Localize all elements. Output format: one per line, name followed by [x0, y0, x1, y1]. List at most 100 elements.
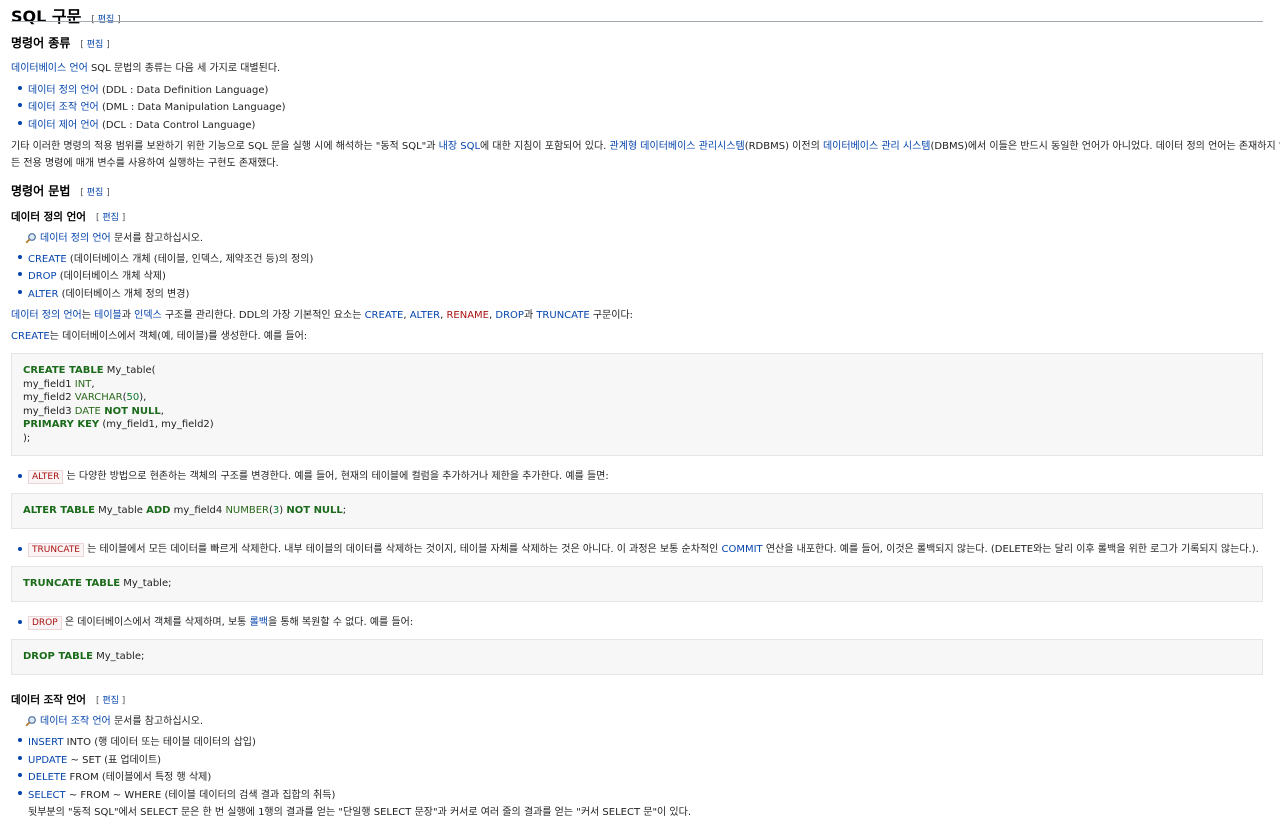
link-rename-missing[interactable]: RENAME [446, 310, 489, 321]
link-alter-inline[interactable]: ALTER [410, 310, 440, 321]
code-keyword: ALTER TABLE [23, 505, 95, 516]
dml-item-insert: INSERT INTO (행 데이터 또는 테이블 데이터의 삽입) [28, 733, 256, 748]
code-keyword: CREATE TABLE [23, 365, 104, 376]
ddl-item-drop: DROP (데이터베이스 개체 삭제) [28, 267, 166, 282]
ddl-para-text: 구조를 관리한다. DDL의 가장 기본적인 요소는 [161, 310, 365, 321]
ddl-para-text: 는 [81, 310, 95, 321]
link-commit[interactable]: COMMIT [722, 544, 763, 555]
ddl-para-text: 구문이다: [589, 310, 634, 321]
code-type: INT [74, 378, 92, 390]
edit-link-syntax[interactable]: 편집 [87, 188, 104, 198]
code-type: DATE [74, 405, 101, 417]
bullet-icon [18, 620, 22, 624]
edit-link-dml[interactable]: 편집 [102, 696, 119, 706]
list-item-dcl-text: (DCL : Data Control Language) [98, 120, 256, 131]
title-divider [11, 21, 1263, 22]
drop-description-text: 은 데이터베이스에서 객체를 삭제하며, 보통 [61, 617, 250, 628]
code-text: ), [139, 392, 147, 403]
ddl-para-text: 과 [121, 310, 135, 321]
code-text: My_table; [92, 651, 145, 662]
link-rollback[interactable]: 롤백 [250, 617, 268, 628]
link-database-language[interactable]: 데이터베이스 언어 [11, 63, 88, 74]
bullet-icon [18, 255, 22, 259]
link-alter[interactable]: ALTER [28, 289, 58, 300]
section-heading-types-text: 명령어 종류 [11, 36, 71, 50]
types-para-text-4: (DBMS)에서 이들은 반드시 동일한 언어가 아니었다. 데이터 정의 언어… [930, 141, 1280, 152]
edit-link-types[interactable]: 편집 [87, 40, 104, 50]
ddl-item-drop-text: (데이터베이스 개체 삭제) [56, 271, 166, 282]
code-line: my_field1 INT, [23, 378, 214, 392]
types-intro-text: SQL 문법의 종류는 다음 세 가지로 대별된다. [87, 63, 281, 74]
dml-item-select-text: ~ FROM ~ WHERE (테이블 데이터의 검색 결과 집합의 취득) [65, 790, 336, 801]
dml-item-update: UPDATE ~ SET (표 업데이트) [28, 751, 161, 766]
edit-link-title[interactable]: 편집 [98, 15, 115, 25]
dml-note: 뒷부분의 "동적 SQL"에서 SELECT 문은 한 번 실행에 1행의 결과… [28, 807, 691, 818]
link-dml-article[interactable]: 데이터 조작 언어 [40, 716, 111, 727]
link-ddl[interactable]: 데이터 정의 언어 [28, 85, 99, 96]
subheading-dml-text: 데이터 조작 언어 [11, 694, 86, 706]
create-paragraph-text: 는 데이터베이스에서 객체(예, 테이블)를 생성한다. 예를 들어: [49, 331, 308, 342]
ddl-para-text: 과 [523, 310, 537, 321]
code-line: my_field2 VARCHAR(50), [23, 391, 214, 405]
page-title: SQL 구문[ 편집 ] [11, 7, 121, 26]
link-drop-inline[interactable]: DROP [495, 310, 524, 321]
link-create-inline[interactable]: CREATE [365, 310, 404, 321]
link-create[interactable]: CREATE [28, 254, 67, 265]
link-select[interactable]: SELECT [28, 790, 66, 801]
link-insert[interactable]: INSERT [28, 737, 63, 748]
dml-see-also: 데이터 조작 언어 문서를 참고하십시오. [25, 712, 203, 727]
dml-item-update-text: ~ SET (표 업데이트) [67, 755, 162, 766]
link-drop[interactable]: DROP [28, 271, 57, 282]
bullet-icon [18, 547, 22, 551]
link-dcl[interactable]: 데이터 제어 언어 [28, 120, 99, 131]
bullet-icon [18, 290, 22, 294]
list-item-dcl: 데이터 제어 언어 (DCL : Data Control Language) [28, 116, 255, 131]
subheading-ddl: 데이터 정의 언어[ 편집 ] [11, 211, 126, 223]
code-text: my_field2 [23, 392, 75, 403]
link-truncate-inline[interactable]: TRUNCATE [536, 310, 589, 321]
link-ddl-article[interactable]: 데이터 정의 언어 [40, 233, 111, 244]
code-text: my_field1 [23, 378, 75, 390]
bullet-icon [18, 272, 22, 276]
link-ddl-inline[interactable]: 데이터 정의 언어 [11, 310, 82, 321]
code-text: , [160, 405, 164, 417]
truncate-description-text-2: 연산을 내포한다. 예를 들어, 이것은 롤백되지 않는다. (DELETE와는… [762, 544, 1259, 555]
code-line: CREATE TABLE My_table( [23, 364, 214, 378]
code-tag-truncate: TRUNCATE [28, 543, 84, 557]
code-line: ALTER TABLE My_table ADD my_field4 NUMBE… [23, 505, 346, 516]
code-keyword: ADD [146, 505, 171, 516]
edit-link-ddl[interactable]: 편집 [102, 213, 119, 223]
code-text: , [91, 378, 95, 390]
code-text: ; [342, 505, 347, 516]
truncate-description-text: 는 테이블에서 모든 데이터를 빠르게 삭제한다. 내부 테이블의 데이터를 삭… [84, 544, 722, 555]
bullet-icon [18, 474, 22, 478]
link-create-para[interactable]: CREATE [11, 331, 50, 342]
bullet-icon [18, 791, 22, 795]
code-line: TRUNCATE TABLE My_table; [23, 578, 171, 589]
code-tag-drop: DROP [28, 616, 62, 630]
code-block-create: CREATE TABLE My_table( my_field1 INT, my… [11, 353, 1263, 456]
section-heading-syntax-text: 명령어 문법 [11, 184, 71, 198]
ddl-see-also: 데이터 정의 언어 문서를 참고하십시오. [25, 229, 203, 244]
create-paragraph: CREATE는 데이터베이스에서 객체(예, 테이블)를 생성한다. 예를 들어… [11, 327, 307, 342]
code-text: My_table [94, 505, 147, 516]
link-embedded-sql[interactable]: 내장 SQL [439, 141, 480, 152]
dml-item-select: SELECT ~ FROM ~ WHERE (테이블 데이터의 검색 결과 집합… [28, 786, 335, 801]
link-update[interactable]: UPDATE [28, 755, 67, 766]
section-heading-types: 명령어 종류[ 편집 ] [11, 36, 110, 50]
types-paragraph-line2: 든 전용 명령에 매개 변수를 사용하여 실행하는 구현도 존재했다. [11, 158, 279, 169]
link-dml[interactable]: 데이터 조작 언어 [28, 102, 99, 113]
link-rdbms[interactable]: 관계형 데이터베이스 관리시스템 [610, 141, 745, 152]
dml-item-insert-text: INTO (행 데이터 또는 테이블 데이터의 삽입) [63, 737, 256, 748]
code-number: 50 [126, 392, 140, 403]
ddl-item-create-text: (데이터베이스 개체 (테이블, 인덱스, 제약조건 등)의 정의) [66, 254, 314, 265]
code-line: DROP TABLE My_table; [23, 651, 144, 662]
list-item-dml-text: (DML : Data Manipulation Language) [98, 102, 286, 113]
link-delete[interactable]: DELETE [28, 772, 66, 783]
code-text: My_table( [103, 365, 156, 376]
link-dbms[interactable]: 데이터베이스 관리 시스템 [823, 141, 931, 152]
list-item-dml: 데이터 조작 언어 (DML : Data Manipulation Langu… [28, 98, 286, 113]
code-block-alter: ALTER TABLE My_table ADD my_field4 NUMBE… [11, 493, 1263, 529]
link-table[interactable]: 테이블 [94, 310, 122, 321]
link-index[interactable]: 인덱스 [134, 310, 162, 321]
